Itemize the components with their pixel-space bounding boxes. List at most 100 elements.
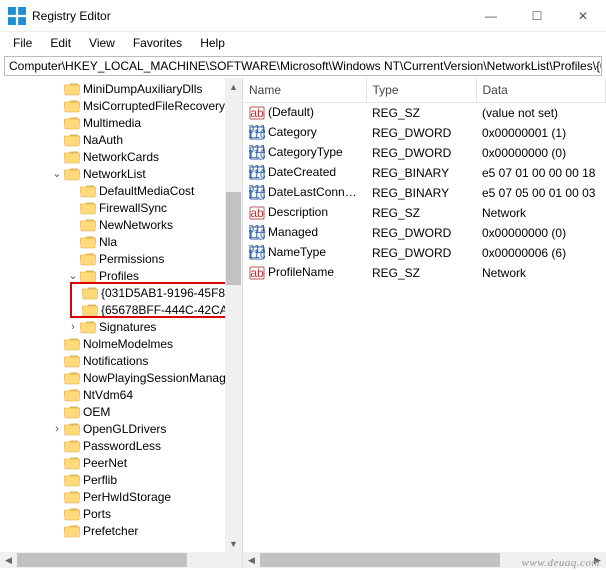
tree-item[interactable]: OEM [2, 403, 242, 420]
tree-scroll-corner [225, 552, 242, 568]
menu-favorites[interactable]: Favorites [124, 34, 191, 52]
table-row[interactable]: 011110ManagedREG_DWORD0x00000000 (0) [243, 223, 606, 243]
tree-item[interactable]: MiniDumpAuxiliaryDlls [2, 80, 242, 97]
svg-text:ab: ab [250, 266, 264, 280]
tree-item[interactable]: FirewallSync [2, 199, 242, 216]
table-row[interactable]: 011110DateLastConnec...REG_BINARYe5 07 0… [243, 183, 606, 203]
tree-item[interactable]: PasswordLess [2, 437, 242, 454]
tree-scrollbar-vertical[interactable]: ▲ ▼ [225, 78, 242, 552]
tree-item-label: NtVdm64 [83, 388, 133, 402]
tree-item[interactable]: NewNetworks [2, 216, 242, 233]
table-row[interactable]: ab(Default)REG_SZ(value not set) [243, 102, 606, 123]
value-name: Description [268, 205, 328, 219]
tree-item[interactable]: PerHwIdStorage [2, 488, 242, 505]
value-data: 0x00000006 (6) [476, 243, 606, 263]
folder-icon [80, 201, 96, 215]
tree-item[interactable]: {65678BFF-444C-42CA-B9 [2, 301, 242, 318]
folder-icon [64, 456, 80, 470]
folder-icon [80, 235, 96, 249]
tree-scroll-thumb-h[interactable] [17, 553, 187, 567]
list-pane: Name Type Data ab(Default)REG_SZ(value n… [243, 78, 606, 568]
tree-item-label: Notifications [83, 354, 148, 368]
menu-help[interactable]: Help [191, 34, 234, 52]
tree-item[interactable]: Multimedia [2, 114, 242, 131]
tree-item[interactable]: PeerNet [2, 454, 242, 471]
tree-item[interactable]: DefaultMediaCost [2, 182, 242, 199]
menubar: File Edit View Favorites Help [0, 32, 606, 54]
tree-item[interactable]: NowPlayingSessionManager [2, 369, 242, 386]
folder-icon [80, 320, 96, 334]
col-name[interactable]: Name [243, 78, 366, 102]
tree-scrollbar-horizontal[interactable]: ◀ ▶ [0, 552, 242, 568]
menu-edit[interactable]: Edit [41, 34, 80, 52]
tree-item[interactable]: NtVdm64 [2, 386, 242, 403]
svg-text:110: 110 [249, 167, 265, 181]
binary-value-icon: 011110 [249, 245, 265, 261]
value-data: 0x00000000 (0) [476, 223, 606, 243]
tree-item-label: OEM [83, 405, 110, 419]
col-data[interactable]: Data [476, 78, 606, 102]
scroll-up-arrow-icon[interactable]: ▲ [225, 78, 242, 95]
table-row[interactable]: abDescriptionREG_SZNetwork [243, 203, 606, 223]
tree-item[interactable]: Notifications [2, 352, 242, 369]
scroll-left-arrow-icon[interactable]: ◀ [0, 552, 17, 568]
value-data: e5 07 05 00 01 00 03 [476, 183, 606, 203]
tree-item[interactable]: NaAuth [2, 131, 242, 148]
minimize-button[interactable]: — [468, 0, 514, 31]
expand-collapse-icon[interactable]: ⌄ [50, 167, 64, 180]
folder-icon [64, 82, 80, 96]
table-row[interactable]: 011110DateCreatedREG_BINARYe5 07 01 00 0… [243, 163, 606, 183]
tree-item[interactable]: ›Signatures [2, 318, 242, 335]
value-name: DateLastConnec... [268, 185, 366, 199]
scroll-left-arrow-icon[interactable]: ◀ [243, 552, 260, 568]
folder-icon [64, 439, 80, 453]
close-button[interactable]: ✕ [560, 0, 606, 31]
menu-view[interactable]: View [80, 34, 124, 52]
tree-item-label: Prefetcher [83, 524, 138, 538]
tree-item[interactable]: Prefetcher [2, 522, 242, 539]
menu-file[interactable]: File [4, 34, 41, 52]
scroll-down-arrow-icon[interactable]: ▼ [225, 535, 242, 552]
svg-text:ab: ab [250, 106, 264, 120]
folder-icon [80, 218, 96, 232]
address-bar[interactable]: Computer\HKEY_LOCAL_MACHINE\SOFTWARE\Mic… [4, 56, 602, 76]
tree-item[interactable]: ⌄Profiles [2, 267, 242, 284]
tree-item-label: PeerNet [83, 456, 127, 470]
table-row[interactable]: 011110CategoryREG_DWORD0x00000001 (1) [243, 123, 606, 143]
tree-item-label: OpenGLDrivers [83, 422, 166, 436]
tree-item[interactable]: › OpenGLDrivers [2, 420, 242, 437]
list-scroll-thumb-h[interactable] [260, 553, 500, 567]
tree-scroll-thumb-v[interactable] [226, 192, 241, 285]
tree-item-label: NewNetworks [99, 218, 173, 232]
string-value-icon: ab [249, 105, 265, 121]
tree-item[interactable]: MsiCorruptedFileRecovery [2, 97, 242, 114]
expand-collapse-icon[interactable]: ⌄ [66, 269, 80, 282]
tree-item-label: MsiCorruptedFileRecovery [83, 99, 225, 113]
tree-item[interactable]: Permissions [2, 250, 242, 267]
tree-item[interactable]: Perflib [2, 471, 242, 488]
table-row[interactable]: 011110NameTypeREG_DWORD0x00000006 (6) [243, 243, 606, 263]
col-type[interactable]: Type [366, 78, 476, 102]
value-data: 0x00000000 (0) [476, 143, 606, 163]
string-value-icon: ab [249, 205, 265, 221]
app-icon [8, 7, 26, 25]
table-row[interactable]: 011110CategoryTypeREG_DWORD0x00000000 (0… [243, 143, 606, 163]
table-row[interactable]: abProfileNameREG_SZNetwork [243, 263, 606, 283]
binary-value-icon: 011110 [249, 225, 265, 241]
expand-icon[interactable]: › [50, 423, 64, 435]
tree-item[interactable]: Ports [2, 505, 242, 522]
value-name-cell: 011110DateLastConnec... [243, 183, 366, 203]
value-name-cell: 011110Category [243, 123, 366, 143]
folder-icon [80, 269, 96, 283]
tree-item-label: MiniDumpAuxiliaryDlls [83, 82, 202, 96]
tree-item[interactable]: Nla [2, 233, 242, 250]
tree-item[interactable]: {031D5AB1-9196-45F8-B00 [2, 284, 242, 301]
maximize-button[interactable]: ☐ [514, 0, 560, 31]
tree-item[interactable]: ⌄NetworkList [2, 165, 242, 182]
folder-icon [64, 133, 80, 147]
expand-icon[interactable]: › [66, 321, 80, 333]
tree-item[interactable]: NetworkCards [2, 148, 242, 165]
svg-text:110: 110 [249, 187, 265, 201]
string-value-icon: ab [249, 265, 265, 281]
tree-item[interactable]: NolmeModelmes [2, 335, 242, 352]
